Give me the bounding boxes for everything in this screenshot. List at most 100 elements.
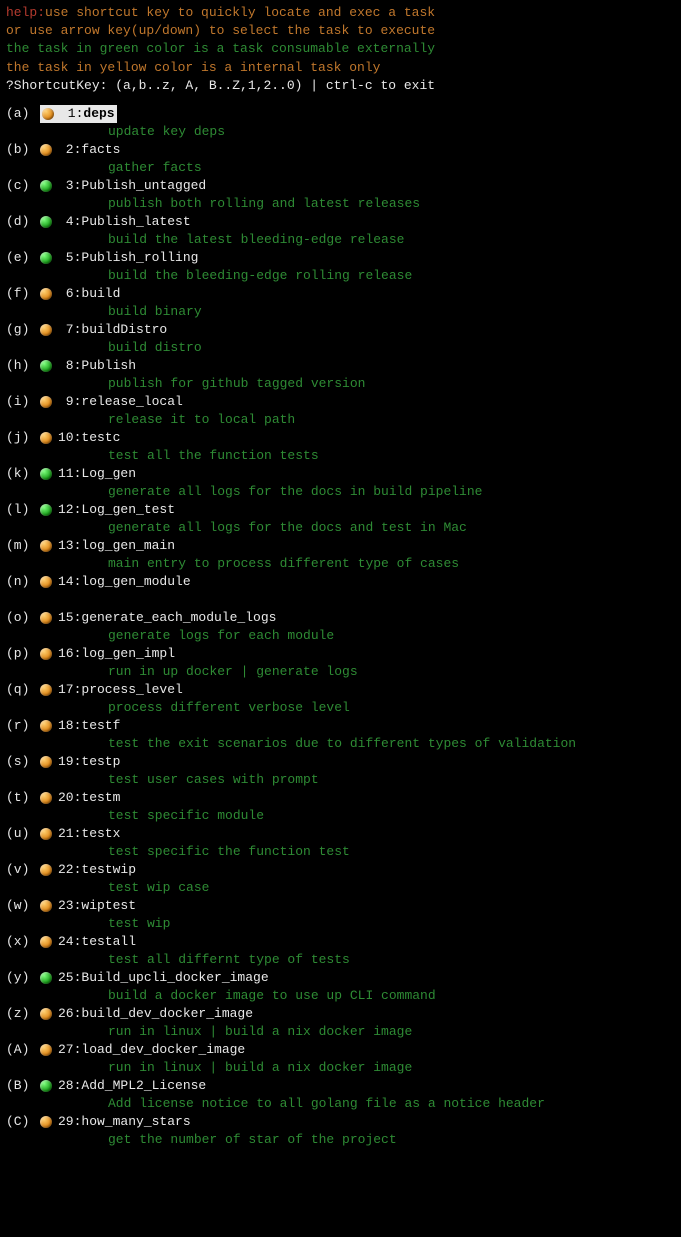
task-row[interactable]: (s) 19:testp	[6, 753, 675, 771]
shortcut-key: (g)	[6, 321, 40, 339]
shortcut-key: (c)	[6, 177, 40, 195]
task-name: 2:facts	[58, 141, 120, 159]
shortcut-prompt: ?ShortcutKey: (a,b..z, A, B..Z,1,2..0) |…	[6, 77, 675, 95]
orange-dot-icon	[40, 432, 52, 444]
shortcut-key: (q)	[6, 681, 40, 699]
task-row[interactable]: (x)24:testall	[6, 933, 675, 951]
task-row[interactable]: (z)26:build_dev_docker_image	[6, 1005, 675, 1023]
task-description: main entry to process different type of …	[6, 555, 675, 573]
task-row[interactable]: (a) 1:deps	[6, 105, 675, 123]
green-dot-icon	[40, 468, 52, 480]
orange-dot-icon	[40, 828, 52, 840]
help-line-1: use shortcut key to quickly locate and e…	[45, 5, 435, 20]
task-description: test specific module	[6, 807, 675, 825]
task-row[interactable]: (o)15:generate_each_module_logs	[6, 609, 675, 627]
task-description: generate all logs for the docs in build …	[6, 483, 675, 501]
shortcut-key: (s)	[6, 753, 40, 771]
task-row[interactable]: (m) 13:log_gen_main	[6, 537, 675, 555]
task-name: 19:testp	[58, 753, 120, 771]
orange-dot-icon	[40, 684, 52, 696]
task-name: 3:Publish_untagged	[58, 177, 206, 195]
task-name: 13:log_gen_main	[58, 537, 175, 555]
shortcut-key: (k)	[6, 465, 40, 483]
help-block: help:use shortcut key to quickly locate …	[6, 4, 675, 95]
task-name: 25:Build_upcli_docker_image	[58, 969, 269, 987]
task-row[interactable]: (y)25:Build_upcli_docker_image	[6, 969, 675, 987]
task-row[interactable]: (u)21:testx	[6, 825, 675, 843]
task-name: 14:log_gen_module	[58, 573, 191, 591]
task-description: update key deps	[6, 123, 675, 141]
task-row[interactable]: (A)27:load_dev_docker_image	[6, 1041, 675, 1059]
task-name: 1:deps	[60, 105, 115, 123]
task-row[interactable]: (f) 6:build	[6, 285, 675, 303]
green-dot-icon	[40, 180, 52, 192]
orange-dot-icon	[42, 108, 54, 120]
orange-dot-icon	[40, 324, 52, 336]
task-description: build the latest bleeding-edge release	[6, 231, 675, 249]
task-row[interactable]: (c) 3:Publish_untagged	[6, 177, 675, 195]
task-row[interactable]: (n)14:log_gen_module	[6, 573, 675, 591]
task-row[interactable]: (j)10:testc	[6, 429, 675, 447]
task-row[interactable]: (b) 2:facts	[6, 141, 675, 159]
task-row[interactable]: (C)29:how_many_stars	[6, 1113, 675, 1131]
green-dot-icon	[40, 1080, 52, 1092]
orange-dot-icon	[40, 756, 52, 768]
task-description: test the exit scenarios due to different…	[6, 735, 675, 753]
task-name: 23:wiptest	[58, 897, 136, 915]
task-row[interactable]: (r)18:testf	[6, 717, 675, 735]
task-description: build distro	[6, 339, 675, 357]
task-name: 10:testc	[58, 429, 120, 447]
orange-dot-icon	[40, 396, 52, 408]
orange-dot-icon	[40, 144, 52, 156]
task-row[interactable]: (h) 8:Publish	[6, 357, 675, 375]
shortcut-key: (u)	[6, 825, 40, 843]
task-description: generate all logs for the docs and test …	[6, 519, 675, 537]
task-description	[6, 591, 675, 609]
shortcut-key: (B)	[6, 1077, 40, 1095]
help-line-2: or use arrow key(up/down) to select the …	[6, 22, 675, 40]
task-list[interactable]: (a) 1:depsupdate key deps(b) 2:factsgath…	[6, 105, 675, 1149]
selected-task[interactable]: 1:deps	[40, 105, 117, 123]
green-dot-icon	[40, 216, 52, 228]
shortcut-key: (x)	[6, 933, 40, 951]
task-row[interactable]: (q)17:process_level	[6, 681, 675, 699]
task-row[interactable]: (d) 4:Publish_latest	[6, 213, 675, 231]
orange-dot-icon	[40, 648, 52, 660]
shortcut-key: (m)	[6, 537, 40, 555]
green-dot-icon	[40, 972, 52, 984]
task-description: generate logs for each module	[6, 627, 675, 645]
task-name: 9:release_local	[58, 393, 183, 411]
orange-dot-icon	[40, 1008, 52, 1020]
task-row[interactable]: (i) 9:release_local	[6, 393, 675, 411]
task-row[interactable]: (l) 12:Log_gen_test	[6, 501, 675, 519]
task-description: process different verbose level	[6, 699, 675, 717]
task-name: 22:testwip	[58, 861, 136, 879]
shortcut-key: (t)	[6, 789, 40, 807]
task-row[interactable]: (e) 5:Publish_rolling	[6, 249, 675, 267]
task-name: 8:Publish	[58, 357, 136, 375]
task-name: 12:Log_gen_test	[58, 501, 175, 519]
task-name: 26:build_dev_docker_image	[58, 1005, 253, 1023]
task-description: build the bleeding-edge rolling release	[6, 267, 675, 285]
task-description: publish for github tagged version	[6, 375, 675, 393]
task-description: build binary	[6, 303, 675, 321]
orange-dot-icon	[40, 936, 52, 948]
task-row[interactable]: (t)20:testm	[6, 789, 675, 807]
shortcut-key: (l)	[6, 501, 40, 519]
task-row[interactable]: (k) 11:Log_gen	[6, 465, 675, 483]
help-line-4: the task in yellow color is a internal t…	[6, 59, 675, 77]
task-row[interactable]: (w)23:wiptest	[6, 897, 675, 915]
shortcut-key: (p)	[6, 645, 40, 663]
task-name: 11:Log_gen	[58, 465, 136, 483]
shortcut-key: (i)	[6, 393, 40, 411]
task-row[interactable]: (g) 7:buildDistro	[6, 321, 675, 339]
shortcut-key: (C)	[6, 1113, 40, 1131]
task-row[interactable]: (v)22:testwip	[6, 861, 675, 879]
orange-dot-icon	[40, 1044, 52, 1056]
orange-dot-icon	[40, 900, 52, 912]
task-description: gather facts	[6, 159, 675, 177]
task-name: 18:testf	[58, 717, 120, 735]
task-row[interactable]: (p)16:log_gen_impl	[6, 645, 675, 663]
task-row[interactable]: (B)28:Add_MPL2_License	[6, 1077, 675, 1095]
task-description: build a docker image to use up CLI comma…	[6, 987, 675, 1005]
